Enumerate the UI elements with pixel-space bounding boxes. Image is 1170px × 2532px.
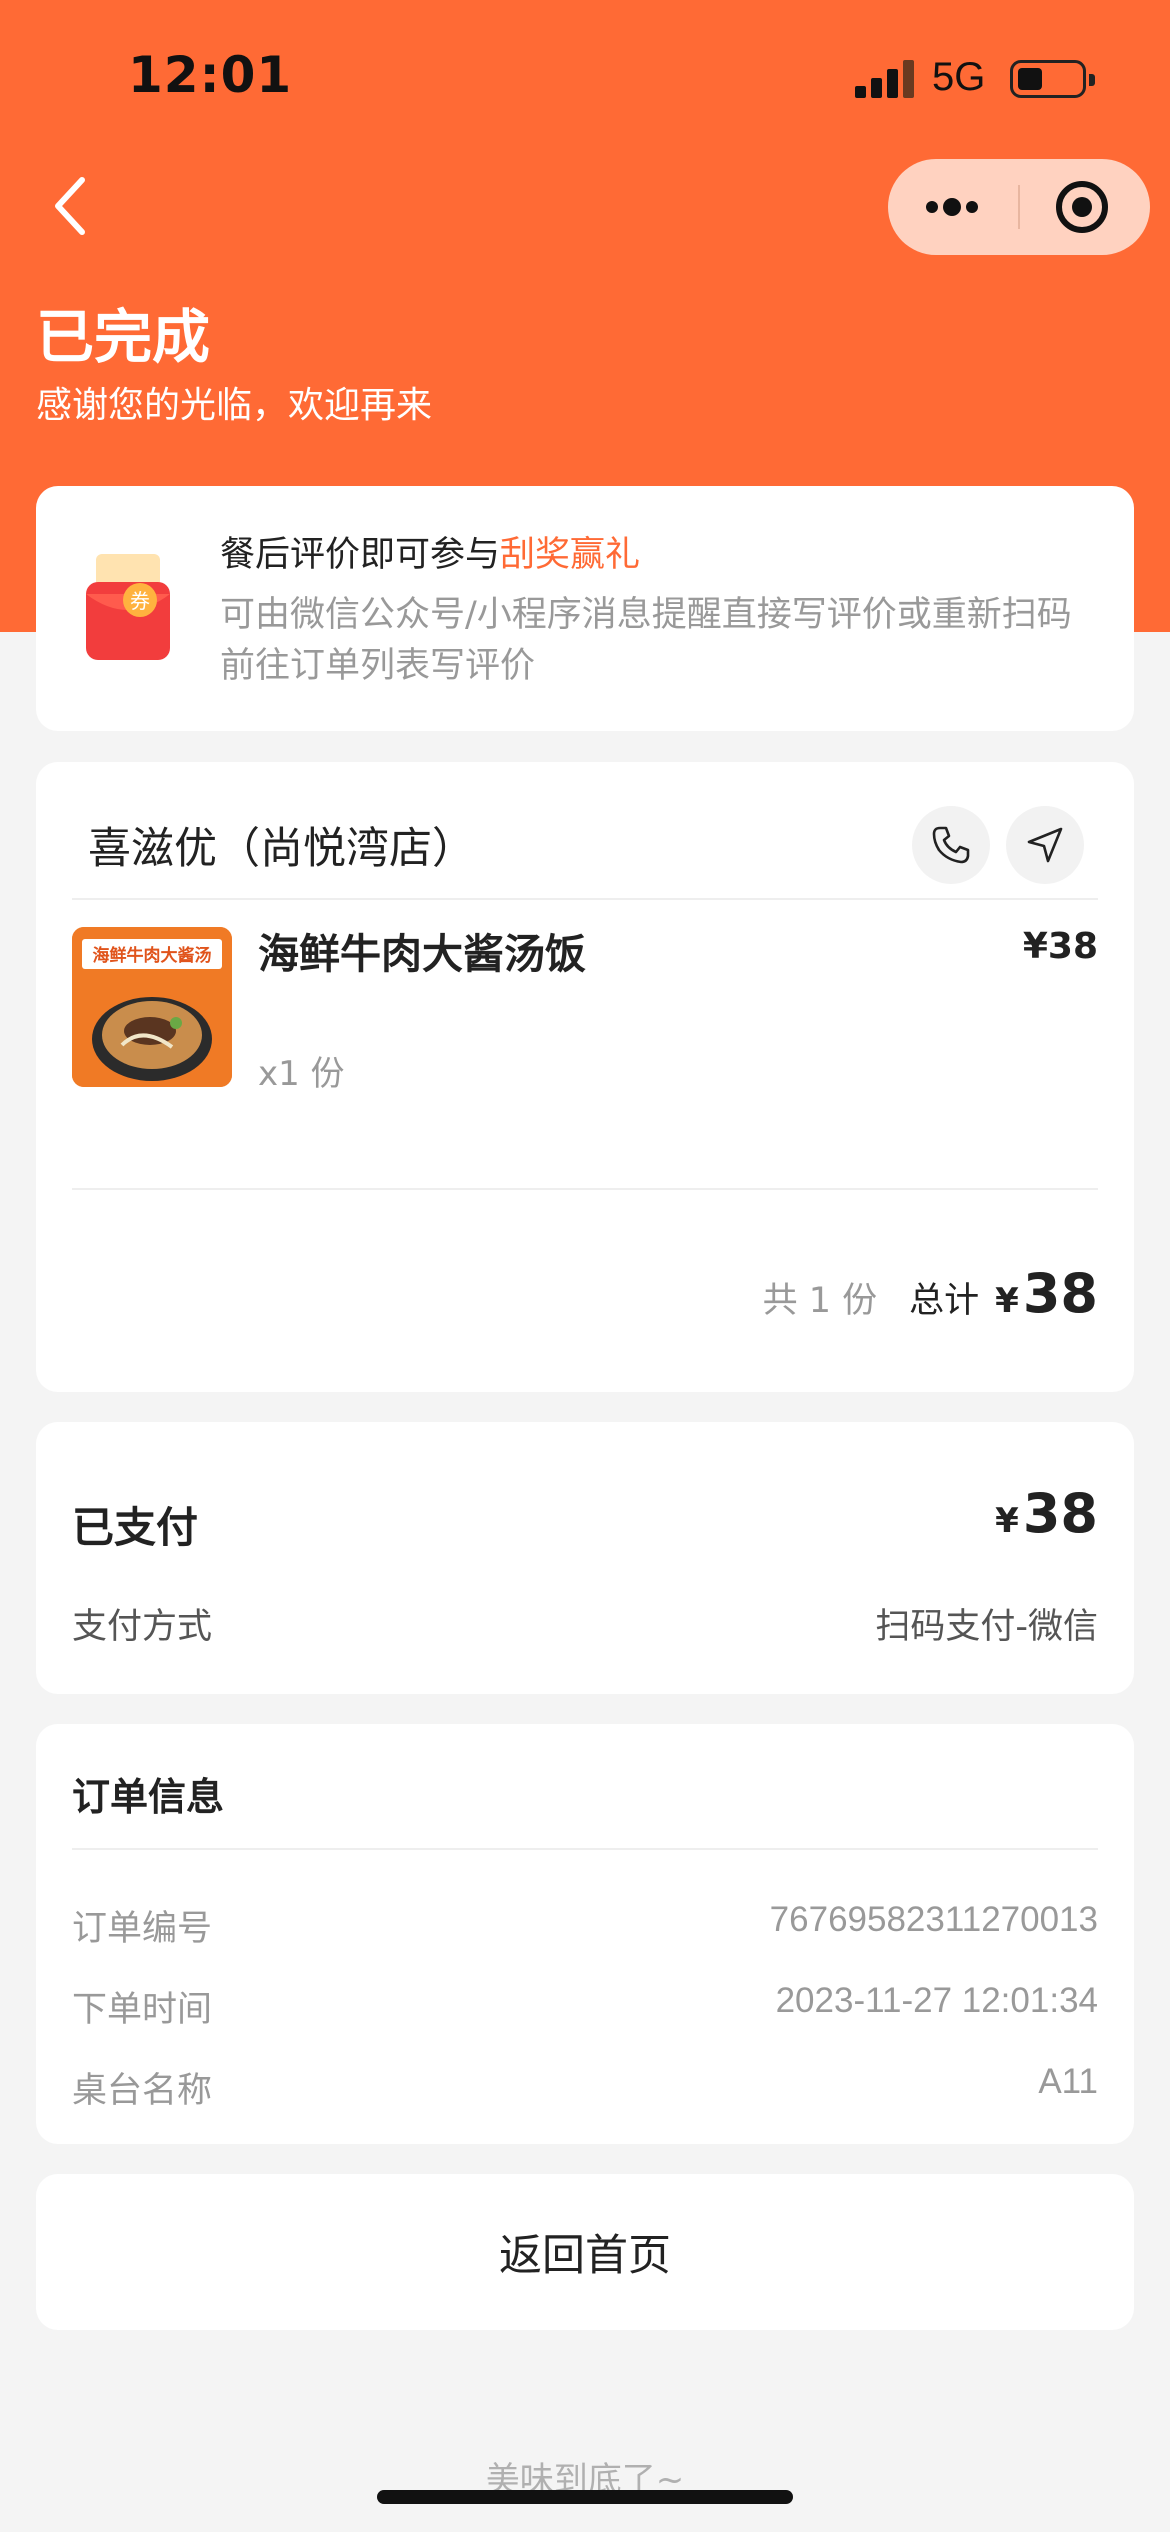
promo-description: 可由微信公众号/小程序消息提醒直接写评价或重新扫码前往订单列表写评价 (220, 595, 1072, 686)
info-label: 下单时间 (72, 1990, 213, 2030)
navigate-button[interactable] (1006, 806, 1084, 884)
mini-program-capsule (888, 159, 1150, 255)
order-total-row: 共 1 份 总计 ¥ 38 (763, 1262, 1098, 1332)
return-home-label: 返回首页 (499, 2231, 671, 2281)
table-name: A11 (1038, 2062, 1098, 2101)
chevron-left-icon (55, 177, 85, 235)
info-label: 桌台名称 (72, 2071, 213, 2111)
divider (72, 1848, 1098, 1850)
promo-title-highlight: 刮奖赢礼 (500, 535, 641, 575)
svg-text:券: 券 (130, 589, 150, 613)
status-bar: 12:01 5G (0, 0, 1170, 150)
phone-icon (932, 826, 970, 864)
dish-image: 海鲜牛肉大酱汤 (72, 927, 232, 1087)
divider (72, 898, 1098, 900)
payment-card: 已支付 ¥ 38 支付方式 扫码支付-微信 (36, 1422, 1134, 1694)
home-indicator[interactable] (377, 2490, 793, 2504)
info-label: 订单编号 (72, 1909, 213, 1949)
order-time: 2023-11-27 12:01:34 (775, 1981, 1098, 2020)
info-row-order-number: 订单编号 76769582311270013 (72, 1900, 1098, 1950)
order-card: 喜滋优（尚悦湾店） 海鲜牛肉大酱汤 海鲜牛肉大酱汤饭 ¥38 x1 份 共 1 … (36, 762, 1134, 1392)
close-button[interactable] (1020, 159, 1150, 255)
total-label: 总计 (909, 1281, 980, 1321)
order-info-title: 订单信息 (72, 1775, 225, 1819)
order-info-card: 订单信息 订单编号 76769582311270013 下单时间 2023-11… (36, 1724, 1134, 2144)
more-dots-icon (926, 198, 978, 216)
dish-name: 海鲜牛肉大酱汤饭 (258, 930, 586, 978)
info-row-table-name: 桌台名称 A11 (72, 2062, 1098, 2112)
payment-amount-value: 38 (1022, 1482, 1098, 1545)
payment-method-value: 扫码支付-微信 (875, 1607, 1098, 1647)
currency-symbol: ¥ (995, 1501, 1019, 1541)
review-promo-card[interactable]: 券 餐后评价即可参与刮奖赢礼 可由微信公众号/小程序消息提醒直接写评价或重新扫码… (36, 486, 1134, 731)
svg-text:海鲜牛肉大酱汤: 海鲜牛肉大酱汤 (93, 945, 212, 966)
dish-price: ¥38 (1022, 926, 1098, 967)
order-number[interactable]: 76769582311270013 (770, 1900, 1098, 1940)
total-amount: 38 (1022, 1262, 1098, 1325)
more-button[interactable] (888, 159, 1018, 255)
promo-title: 餐后评价即可参与刮奖赢礼 (220, 526, 640, 577)
signal-icon (855, 60, 915, 98)
network-label: 5G (932, 55, 986, 99)
return-home-button[interactable]: 返回首页 (36, 2174, 1134, 2330)
target-close-icon (1056, 181, 1108, 233)
back-button[interactable] (40, 170, 110, 240)
payment-method-label: 支付方式 (72, 1607, 213, 1647)
dish-quantity: x1 份 (258, 1054, 345, 1094)
currency-symbol: ¥ (995, 1281, 1019, 1321)
status-time: 12:01 (128, 46, 293, 104)
red-envelope-icon: 券 (82, 552, 174, 664)
call-button[interactable] (912, 806, 990, 884)
navigation-arrow-icon (1027, 827, 1063, 863)
shop-name[interactable]: 喜滋优（尚悦湾店） (88, 814, 475, 876)
info-row-order-time: 下单时间 2023-11-27 12:01:34 (72, 1981, 1098, 2031)
divider (72, 1188, 1098, 1190)
payment-status: 已支付 (72, 1503, 199, 1552)
page-subtitle: 感谢您的光临，欢迎再来 (36, 385, 433, 426)
total-count: 共 1 份 (762, 1281, 878, 1321)
battery-icon (1010, 60, 1095, 98)
page-title: 已完成 (36, 303, 211, 371)
payment-amount: ¥ 38 (995, 1482, 1098, 1545)
promo-title-prefix: 餐后评价即可参与 (220, 535, 501, 575)
